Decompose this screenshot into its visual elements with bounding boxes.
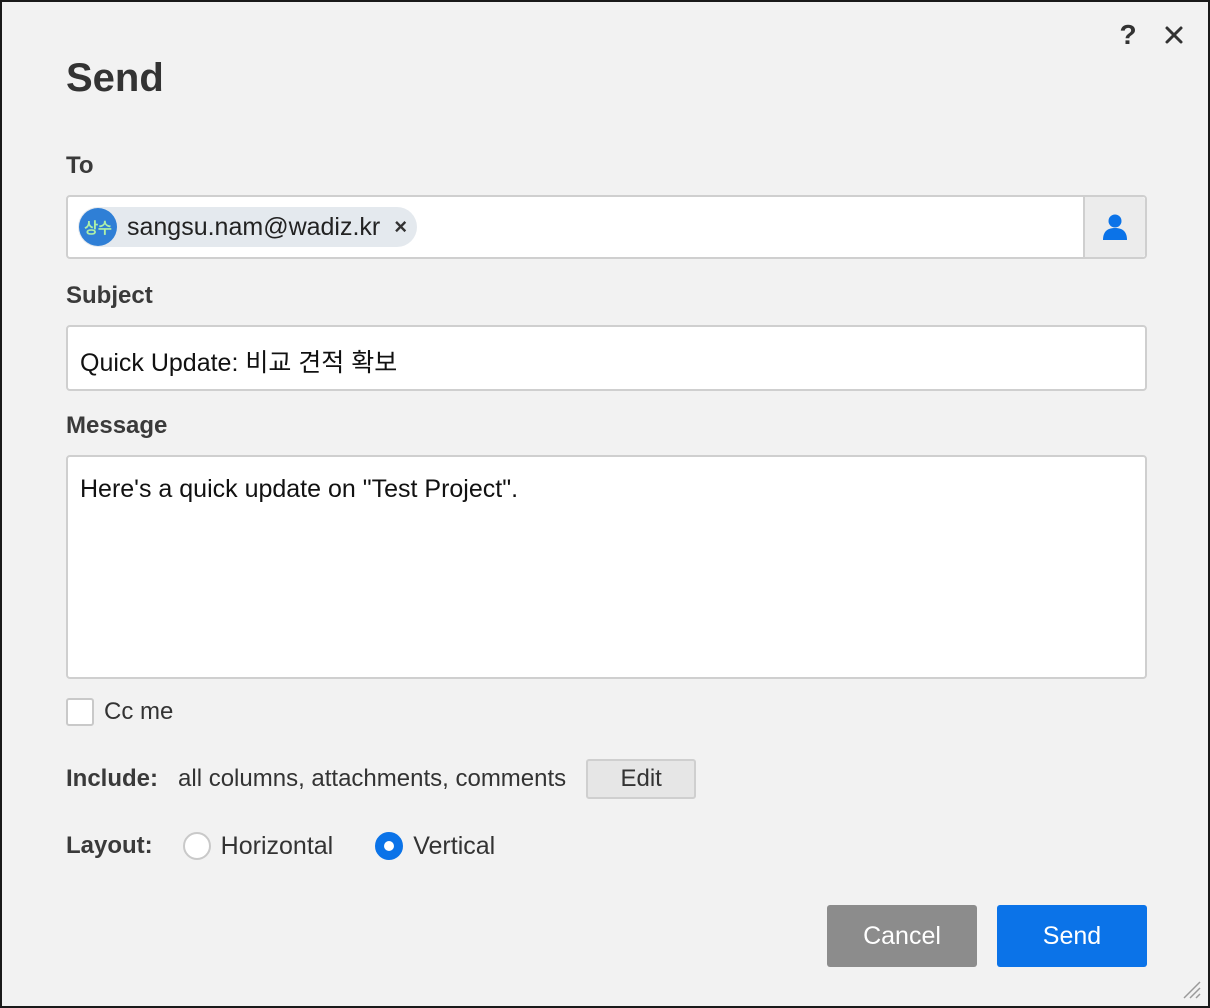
horizontal-radio[interactable] — [182, 832, 211, 860]
include-label: Include: — [66, 765, 159, 792]
recipient-email: sangsu.nam@wadiz.kr — [127, 212, 381, 241]
cc-me-option[interactable]: Cc me — [66, 698, 173, 726]
cc-me-label: Cc me — [104, 698, 174, 725]
message-textarea[interactable]: Here's a quick update on "Test Project". — [66, 455, 1147, 679]
vertical-radio[interactable] — [375, 832, 404, 860]
person-icon — [1103, 214, 1127, 240]
to-field[interactable]: 상수 sangsu.nam@wadiz.kr × — [66, 195, 1147, 259]
message-label: Message — [66, 412, 168, 439]
close-icon[interactable] — [1162, 18, 1186, 52]
help-icon[interactable]: ? — [1116, 18, 1140, 52]
layout-option-vertical[interactable]: Vertical — [375, 832, 495, 861]
include-row: Include: all columns, attachments, comme… — [66, 758, 697, 800]
layout-label: Layout: — [66, 832, 153, 859]
edit-include-button[interactable]: Edit — [586, 759, 697, 799]
subject-input[interactable]: Quick Update: 비교 견적 확보 — [66, 325, 1147, 391]
cc-me-checkbox[interactable] — [66, 698, 94, 726]
layout-option-horizontal[interactable]: Horizontal — [182, 831, 334, 861]
send-button[interactable]: Send — [997, 905, 1147, 967]
to-label: To — [66, 152, 94, 179]
include-value: all columns, attachments, comments — [178, 765, 567, 792]
contacts-button[interactable] — [1083, 197, 1145, 257]
horizontal-label: Horizontal — [220, 831, 334, 860]
dialog-top-actions: ? — [1116, 18, 1186, 52]
dialog-title: Send — [66, 56, 164, 100]
recipient-avatar: 상수 — [79, 208, 117, 246]
remove-recipient-icon[interactable]: × — [394, 214, 407, 240]
send-dialog: ? Send To 상수 sangsu.nam@wadiz.kr × Subje… — [0, 0, 1210, 1008]
recipient-chip[interactable]: 상수 sangsu.nam@wadiz.kr × — [78, 207, 418, 247]
vertical-label: Vertical — [413, 831, 496, 860]
subject-label: Subject — [66, 282, 153, 309]
layout-row: Layout: Horizontal Vertical — [66, 826, 495, 866]
resize-grip-icon[interactable] — [1180, 978, 1202, 1000]
cancel-button[interactable]: Cancel — [827, 905, 977, 967]
